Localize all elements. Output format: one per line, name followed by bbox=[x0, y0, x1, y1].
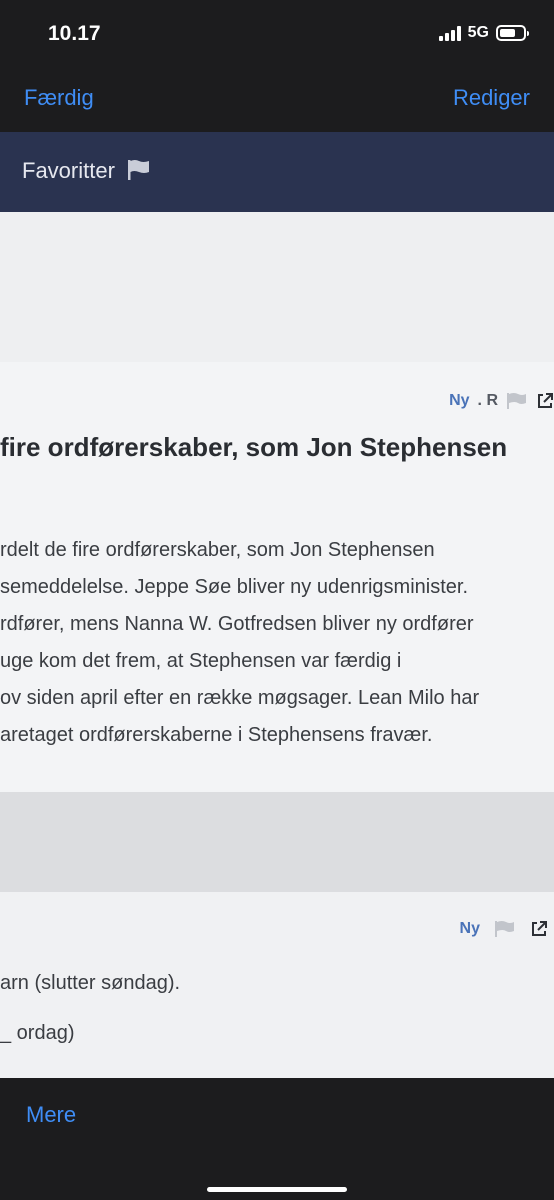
favorites-header: Favoritter bbox=[0, 132, 554, 212]
network-type: 5G bbox=[467, 24, 489, 41]
new-badge: Ny bbox=[449, 392, 470, 409]
status-time: 10.17 bbox=[48, 22, 101, 45]
article-text: _ ordag) bbox=[0, 1022, 75, 1044]
home-indicator bbox=[207, 1187, 347, 1192]
news-card[interactable]: Ny arn (slutter søndag). _ ordag) bbox=[0, 892, 554, 1078]
open-external-icon[interactable] bbox=[536, 392, 554, 410]
flag-icon[interactable] bbox=[506, 392, 528, 410]
empty-area bbox=[0, 212, 554, 362]
card-meta: Ny bbox=[460, 920, 548, 938]
body-line: ov siden april efter en række møgsager. … bbox=[0, 687, 480, 709]
card-meta: Ny . R bbox=[449, 392, 554, 410]
favorites-title: Favoritter bbox=[22, 158, 151, 184]
body-line: rdelt de fire ordførerskaber, som Jon St… bbox=[0, 539, 435, 561]
navigation-bar: Færdig Rediger bbox=[0, 70, 554, 132]
body-line: aretaget ordførerskaberne i Stephensens … bbox=[0, 724, 433, 746]
flag-icon bbox=[128, 160, 150, 180]
body-line: uge kom det frem, at Stephensen var færd… bbox=[0, 650, 402, 672]
web-content[interactable]: Favoritter Ny . R fire ordførerskaber, s… bbox=[0, 132, 554, 1078]
status-indicators: 5G bbox=[438, 24, 529, 42]
article-headline[interactable]: fire ordførerskaber, som Jon Stephensen bbox=[0, 432, 554, 463]
article-text: arn (slutter søndag). bbox=[0, 972, 181, 994]
card-separator bbox=[0, 792, 554, 892]
edit-button[interactable]: Rediger bbox=[453, 85, 530, 111]
new-badge: Ny bbox=[459, 920, 480, 937]
news-card[interactable]: Ny . R fire ordførerskaber, som Jon Step… bbox=[0, 362, 554, 792]
bottom-toolbar: Mere bbox=[0, 1078, 554, 1200]
done-button[interactable]: Færdig bbox=[24, 85, 94, 111]
status-bar: 10.17 5G bbox=[0, 0, 554, 70]
more-button[interactable]: Mere bbox=[26, 1102, 76, 1128]
body-line: semeddelelse. Jeppe Søe bliver ny udenri… bbox=[0, 576, 469, 598]
flag-icon[interactable] bbox=[494, 920, 516, 938]
signal-icon bbox=[438, 25, 461, 41]
battery-icon bbox=[496, 25, 529, 41]
article-body: rdelt de fire ordførerskaber, som Jon St… bbox=[0, 532, 554, 754]
open-external-icon[interactable] bbox=[530, 920, 548, 938]
read-mark: . R bbox=[477, 392, 498, 409]
favorites-title-text: Favoritter bbox=[22, 158, 115, 183]
body-line: rdfører, mens Nanna W. Gotfredsen bliver… bbox=[0, 613, 474, 635]
